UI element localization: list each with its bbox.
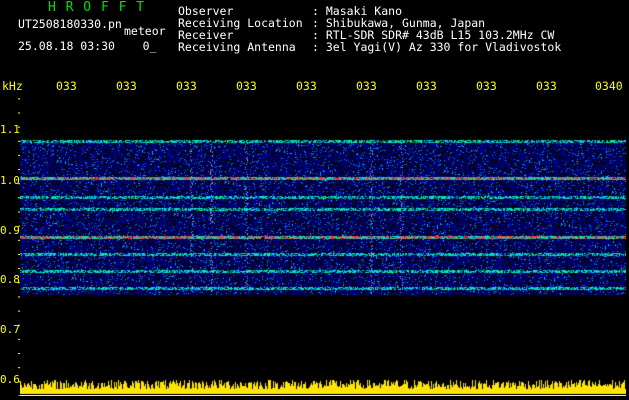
time-tick: 033 <box>296 79 317 93</box>
time-tick: 033 <box>236 79 257 93</box>
date-time-value: 25.08.18 03:30 <box>18 39 115 53</box>
date-time: 25.08.18 03:30 0_ <box>18 40 157 52</box>
antenna-label: Receiving Antenna <box>178 40 296 54</box>
unit-label: kHz <box>2 79 23 93</box>
file-name: UT2508180330.pn <box>18 17 122 31</box>
spectrogram-plot <box>20 96 626 396</box>
bottom-axis-line <box>20 395 626 396</box>
spectrogram-waterfall <box>20 96 626 396</box>
freq-tick: 0.7 <box>0 323 20 336</box>
freq-tick: 0.6 <box>0 373 20 386</box>
freq-tick: 1.1 <box>0 123 20 136</box>
time-tick: 033 <box>536 79 557 93</box>
freq-tick: 1.0 <box>0 174 20 187</box>
file-tag: meteor <box>124 24 166 38</box>
date-suffix: 0_ <box>142 39 157 53</box>
time-tick: 033 <box>116 79 137 93</box>
time-tick: 033 <box>176 79 197 93</box>
station-info-values: : Masaki Kano: Shibukawa, Gunma, Japan: … <box>312 5 561 53</box>
time-tick: 033 <box>56 79 77 93</box>
time-tick: 033 <box>416 79 437 93</box>
station-info-labels: Observer Receiving Location Receiver Receiv… <box>178 5 303 53</box>
time-tick: 033 <box>356 79 377 93</box>
time-tick: 033 <box>476 79 497 93</box>
antenna-value: : 3el Yagi(V) Az 330 for Vladivostok <box>312 40 562 54</box>
time-tick: 0340 <box>595 79 623 93</box>
time-axis: kHz 033 033 033 033 033 033 033 033 033 … <box>0 80 629 94</box>
freq-tick: 0.8 <box>0 273 20 286</box>
app-title: H R O F F T <box>48 0 146 15</box>
freq-tick: 0.9 <box>0 224 20 237</box>
